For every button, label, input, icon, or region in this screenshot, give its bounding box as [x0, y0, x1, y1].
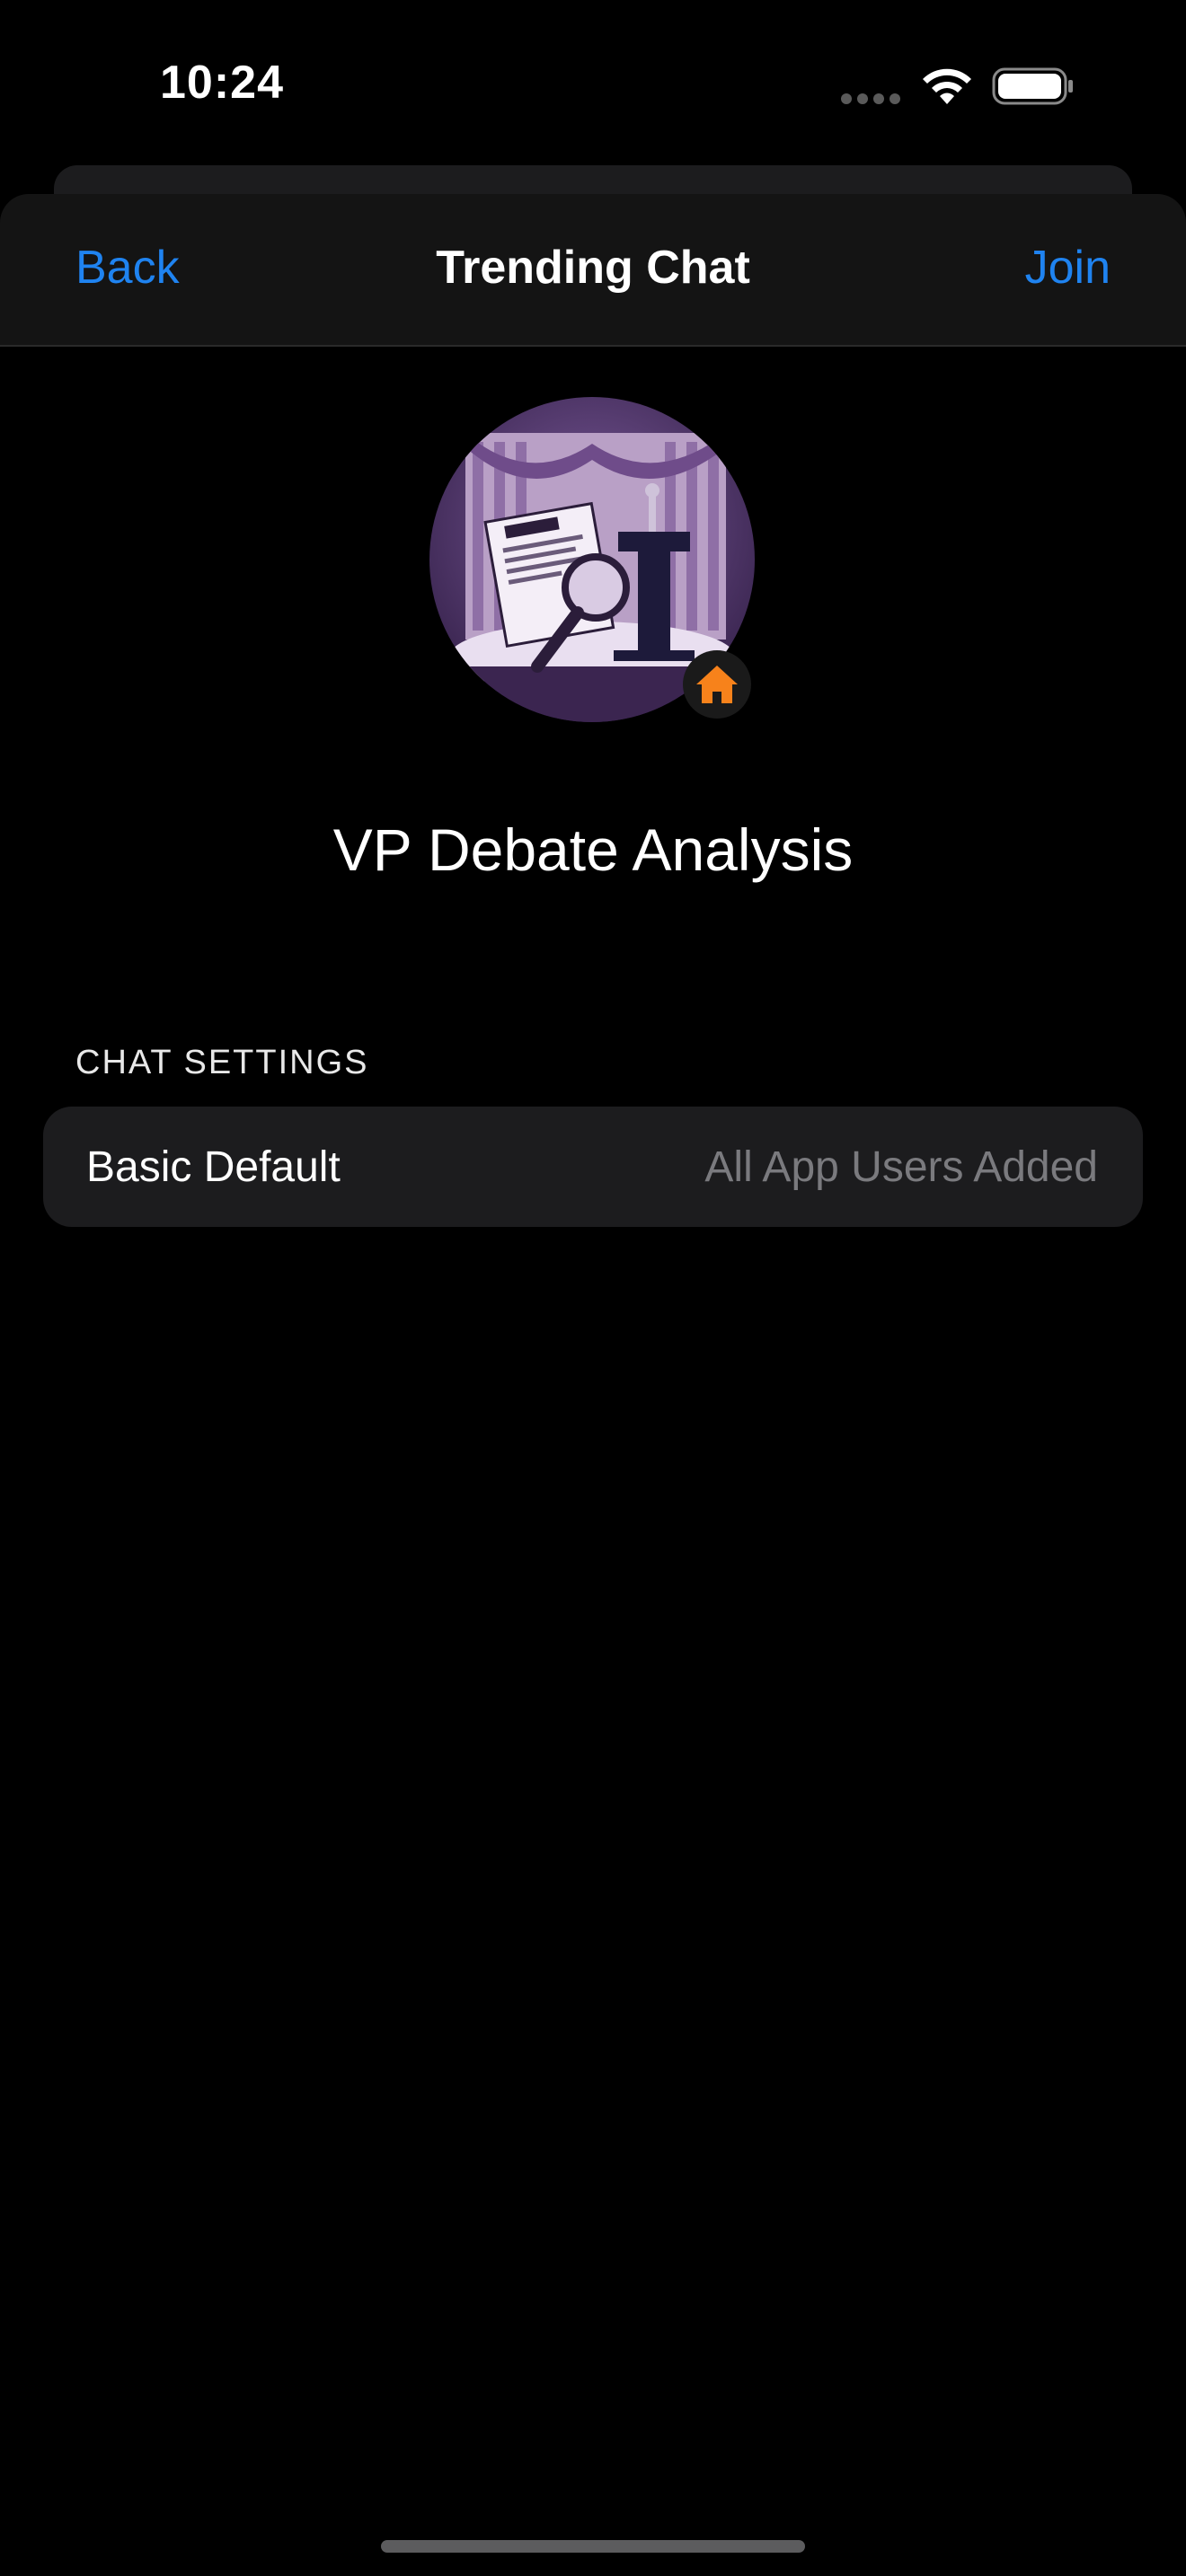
settings-row-value: All App Users Added	[704, 1143, 1098, 1191]
join-button[interactable]: Join	[1025, 241, 1111, 295]
chat-name: VP Debate Analysis	[332, 816, 854, 883]
status-time: 10:24	[160, 57, 284, 109]
home-indicator[interactable]	[381, 2540, 805, 2553]
status-bar: 10:24	[0, 0, 1186, 171]
navigation-bar: Back Trending Chat Join	[0, 194, 1186, 347]
settings-row-label: Basic Default	[86, 1143, 341, 1191]
chat-settings-header: CHAT SETTINGS	[75, 1044, 369, 1081]
cellular-dots-icon	[841, 93, 900, 104]
chat-avatar-container	[429, 397, 755, 722]
wifi-icon	[923, 68, 971, 104]
battery-full-icon	[992, 67, 1073, 105]
settings-row-basic-default[interactable]: Basic Default All App Users Added	[43, 1107, 1143, 1227]
nav-title: Trending Chat	[436, 242, 750, 294]
home-badge	[683, 650, 751, 719]
home-icon	[696, 666, 738, 703]
